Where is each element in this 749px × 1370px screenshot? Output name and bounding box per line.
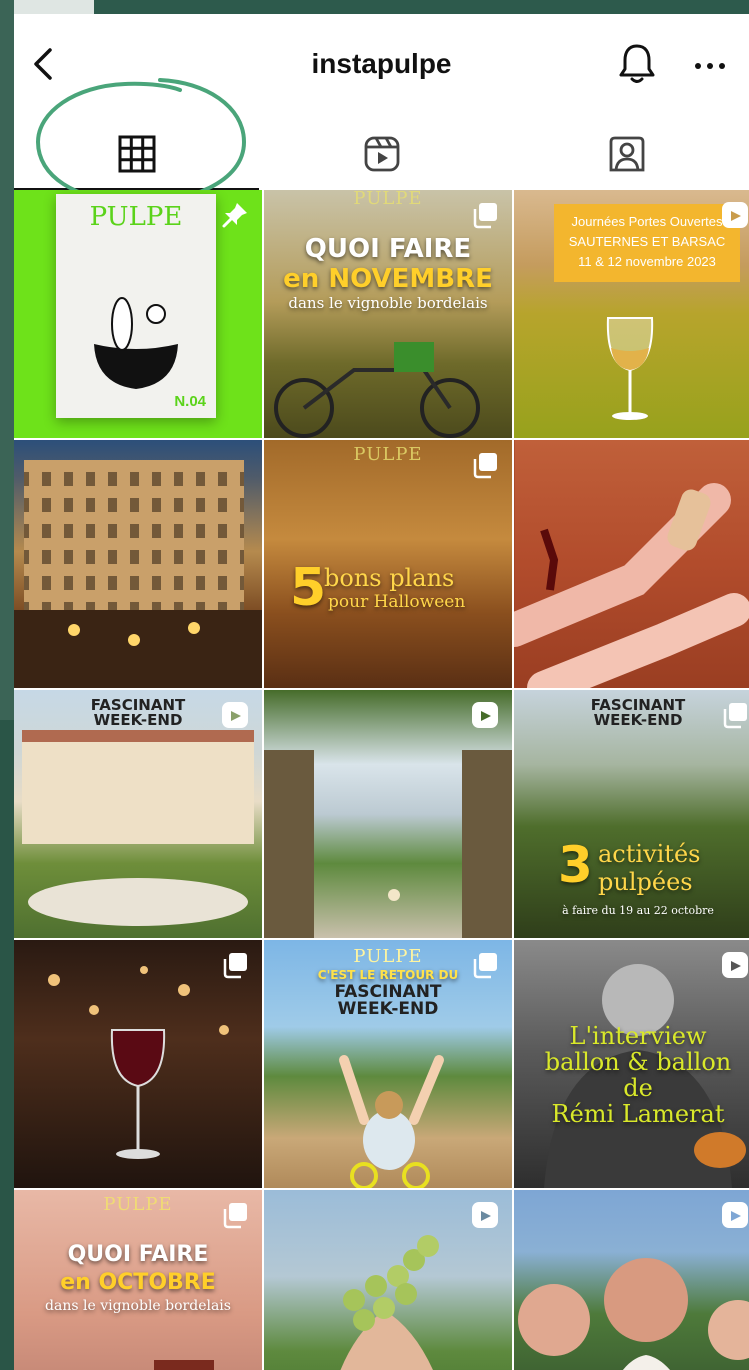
post-logo: FASCINANT WEEK-END: [590, 696, 686, 729]
chateau-photo: [22, 730, 254, 926]
post-caption-name: Rémi Lamerat: [551, 1100, 725, 1128]
post-tile[interactable]: [264, 690, 512, 938]
post-subtitle: pulpées: [598, 868, 693, 896]
posts-grid: PULPE N.04 PULPE QUOI FAIRE en NOVEMBRE …: [14, 190, 749, 1370]
profile-tabs: [14, 118, 749, 190]
reels-icon: [222, 702, 248, 728]
post-tile[interactable]: [264, 1190, 512, 1370]
illustration-icon: [94, 297, 178, 389]
profile-header: instapulpe: [14, 14, 749, 118]
post-title: activités: [598, 840, 701, 868]
post-caption: à faire du 19 au 22 octobre: [562, 904, 714, 917]
carousel-icon: [223, 1203, 247, 1229]
reels-icon: [722, 202, 748, 228]
reels-icon: [722, 1202, 748, 1228]
post-title: QUOI FAIRE: [304, 234, 472, 264]
post-tile[interactable]: FASCINANT WEEK-END: [14, 690, 262, 938]
post-number: 3: [558, 836, 593, 894]
wine-glass-illustration: [606, 317, 654, 420]
post-subtitle: ballon & ballon: [544, 1048, 732, 1076]
post-logo: FASCINANT WEEK-END: [334, 982, 442, 1019]
carousel-icon: [473, 203, 497, 229]
cyclist-illustration: [339, 1055, 444, 1188]
magazine-cover: PULPE N.04: [56, 194, 216, 418]
tab-reels[interactable]: [259, 118, 504, 190]
legs-photo: [514, 440, 749, 688]
post-title: L'interview: [569, 1022, 707, 1050]
post-title: QUOI FAIRE: [67, 1242, 209, 1267]
post-caption: dans le vignoble bordelais: [45, 1298, 231, 1314]
people-selfie-photo: [518, 1258, 749, 1370]
interior-photo: [154, 1360, 214, 1370]
bicycle-illustration: [274, 342, 480, 438]
post-tile[interactable]: PULPE QUOI FAIRE en OCTOBRE dans le vign…: [14, 1190, 262, 1370]
post-tile[interactable]: PULPE N.04: [14, 190, 262, 438]
pin-icon: [222, 203, 247, 228]
grid-icon: [118, 135, 155, 173]
tab-posts-grid[interactable]: [14, 118, 259, 190]
post-caption: dans le vignoble bordelais: [288, 294, 488, 312]
post-tile[interactable]: L'interview ballon & ballon de Rémi Lame…: [514, 940, 749, 1188]
magazine-brand: PULPE: [89, 202, 183, 232]
post-title-box: Journées Portes Ouvertes SAUTERNES ET BA…: [554, 204, 740, 282]
reels-icon: [364, 136, 399, 172]
post-number: 5: [290, 558, 327, 618]
post-tile[interactable]: PULPE 5 bons plans pour Halloween: [264, 440, 512, 688]
post-title: bons plans: [324, 564, 455, 592]
post-title: Journées Portes Ouvertes SAUTERNES ET BA…: [568, 214, 726, 269]
post-tile[interactable]: [514, 1190, 749, 1370]
carousel-icon: [473, 453, 497, 479]
reels-icon: [472, 1202, 498, 1228]
post-tile[interactable]: Journées Portes Ouvertes SAUTERNES ET BA…: [514, 190, 749, 438]
window-frame-top: [0, 0, 749, 14]
window-frame-left: [0, 0, 14, 1370]
carousel-icon: [473, 953, 497, 979]
post-caption: de: [623, 1074, 653, 1102]
post-subtitle: en NOVEMBRE: [283, 264, 493, 294]
profile-screen: instapulpe PULPE N.04 PULPE QUOI FAIRE e…: [14, 14, 749, 1370]
post-subtitle: en OCTOBRE: [60, 1270, 216, 1295]
post-tile[interactable]: FASCINANT WEEK-END 3 activités pulpées à…: [514, 690, 749, 938]
post-tile[interactable]: PULPE QUOI FAIRE en NOVEMBRE dans le vig…: [264, 190, 512, 438]
more-horizontal-icon[interactable]: [692, 48, 728, 78]
post-tile[interactable]: [514, 440, 749, 688]
post-subtitle: pour Halloween: [328, 592, 466, 612]
magazine-issue: N.04: [174, 393, 206, 410]
post-tile[interactable]: PULPE C'EST LE RETOUR DU FASCINANT WEEK-…: [264, 940, 512, 1188]
tab-tagged[interactable]: [504, 118, 749, 190]
post-tile[interactable]: [14, 940, 262, 1188]
reels-icon: [722, 952, 748, 978]
post-tile[interactable]: [14, 440, 262, 688]
building-photo: [14, 460, 262, 688]
tagged-person-icon: [609, 136, 644, 172]
carousel-icon: [223, 953, 247, 979]
bell-icon[interactable]: [617, 42, 657, 86]
reels-icon: [472, 702, 498, 728]
carousel-icon: [723, 703, 747, 729]
